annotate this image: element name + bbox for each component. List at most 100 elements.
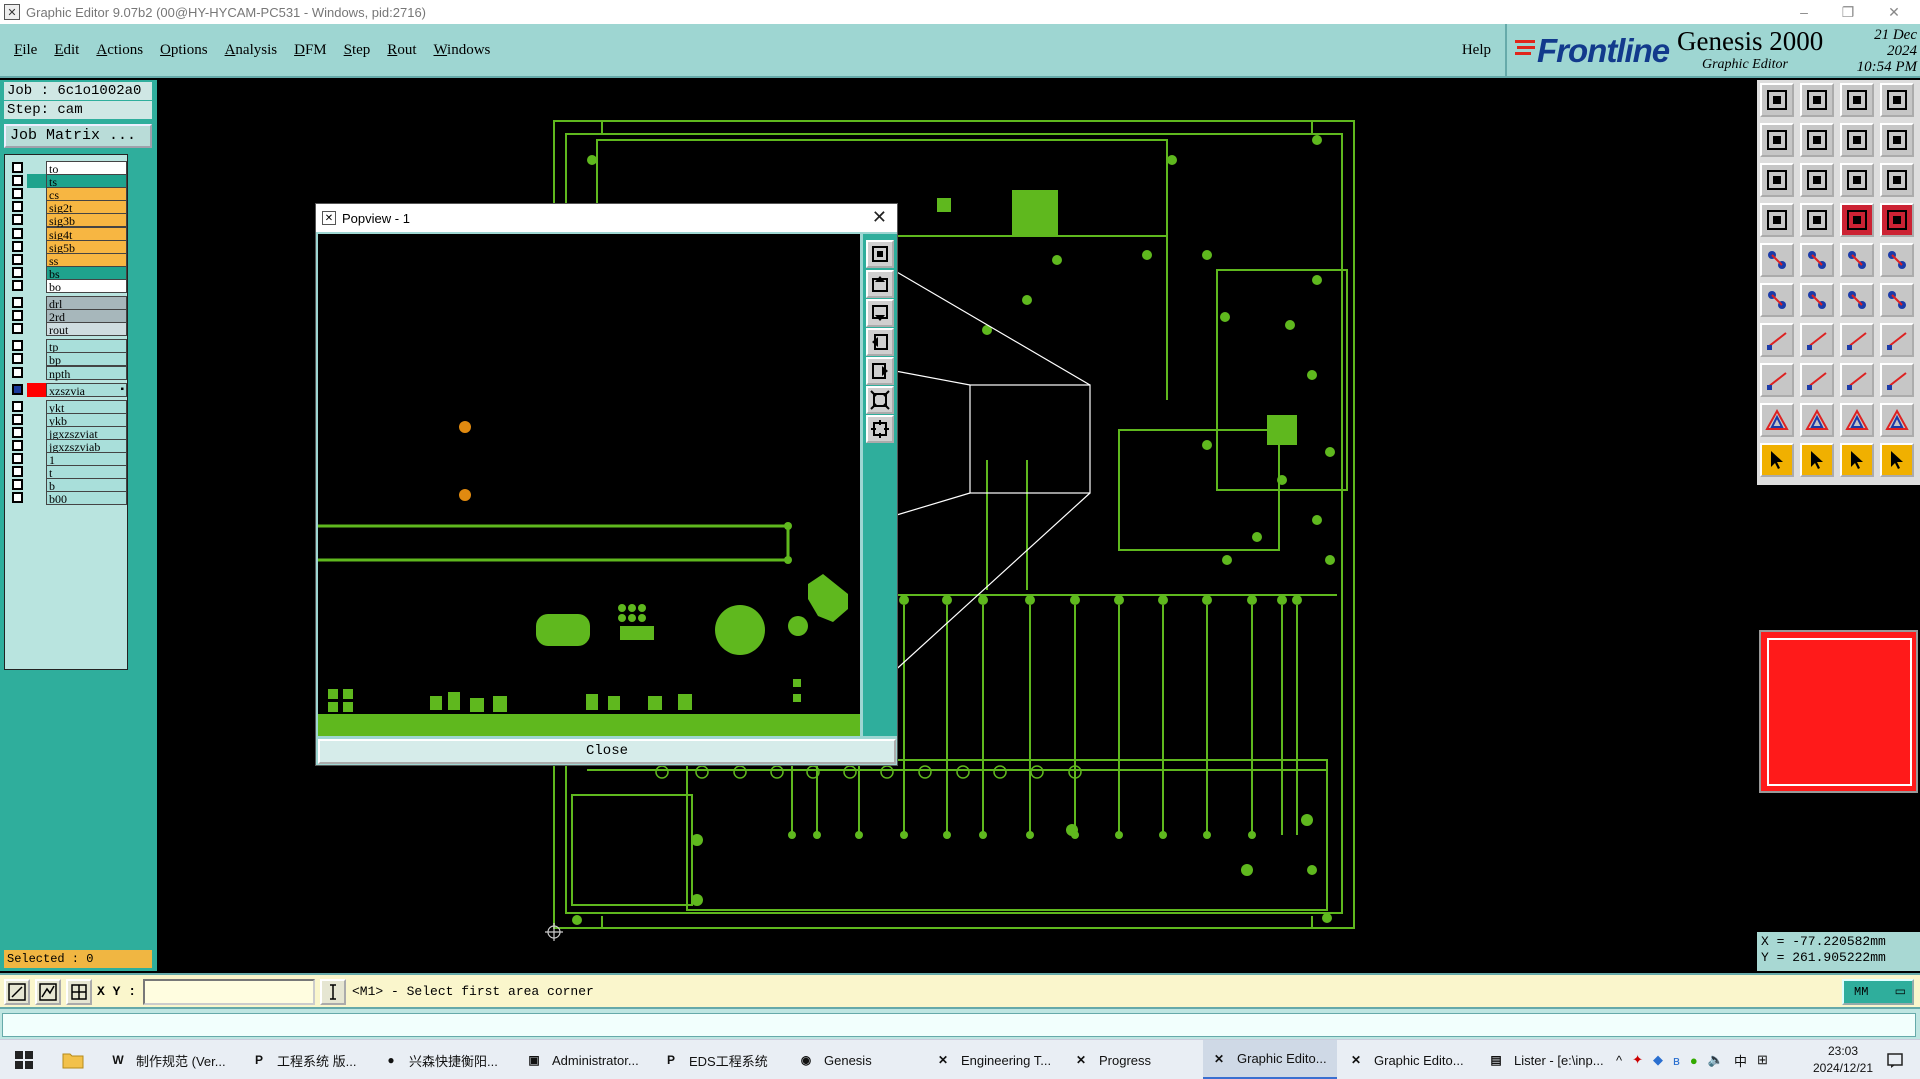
layer-row[interactable]: t — [9, 465, 127, 480]
layers-red-button[interactable] — [1840, 203, 1874, 237]
layer-row[interactable]: drl — [9, 296, 127, 311]
xy-input[interactable] — [143, 979, 315, 1005]
zoom-one-to-one-button[interactable] — [1840, 163, 1874, 197]
layer-row[interactable]: 1 — [9, 452, 127, 467]
layer-checkbox[interactable] — [12, 413, 23, 425]
popview-titlebar[interactable]: ✕ Popview - 1 ✕ — [316, 204, 897, 232]
popview-zoom-in-button[interactable] — [866, 415, 894, 443]
menu-edit[interactable]: Edit — [54, 42, 79, 59]
taskbar-item[interactable]: ✕ Graphic Edito... — [1340, 1040, 1474, 1079]
menu-rout[interactable]: Rout — [387, 42, 416, 59]
layer-row[interactable]: jgxzszviat — [9, 425, 127, 441]
redraw-button[interactable] — [1880, 123, 1914, 157]
job-matrix-button[interactable]: Job Matrix ... — [4, 124, 152, 148]
layer-checkbox[interactable] — [12, 266, 23, 278]
taskbar-item[interactable]: ● 兴森快捷衡阳... — [375, 1040, 509, 1079]
layer-row[interactable]: to — [9, 161, 127, 176]
tray-app-icon[interactable]: ◆ — [1653, 1052, 1663, 1068]
measure-tool-button[interactable] — [1840, 243, 1874, 277]
menu-windows[interactable]: Windows — [433, 42, 490, 59]
layer-row[interactable]: sig5b — [9, 239, 127, 255]
menu-help[interactable]: Help — [1462, 42, 1491, 59]
minus-tool-button[interactable] — [1800, 363, 1834, 397]
measure-mode-button[interactable] — [35, 979, 61, 1005]
circle-tool-button[interactable] — [1880, 243, 1914, 277]
taskbar-item[interactable]: ✕ Progress — [1065, 1040, 1199, 1079]
overview-map[interactable] — [1759, 630, 1918, 793]
layer-row[interactable]: cs — [9, 187, 127, 202]
layer-checkbox[interactable] — [12, 366, 23, 378]
copy-tool-button[interactable] — [1840, 283, 1874, 317]
save-step-button[interactable] — [1800, 83, 1834, 117]
popview-close-icon[interactable]: ✕ — [872, 207, 887, 228]
layer-checkbox[interactable] — [12, 426, 23, 438]
layer-row[interactable]: ykb — [9, 412, 127, 428]
snap-mode-button[interactable] — [4, 979, 30, 1005]
zoom-center-button[interactable] — [1800, 163, 1834, 197]
layer-row[interactable]: xzszvia ▪ — [9, 382, 127, 398]
popview-canvas[interactable] — [318, 234, 860, 736]
menu-actions[interactable]: Actions — [96, 42, 143, 59]
snap-tool-button[interactable] — [1760, 203, 1794, 237]
layer-checkbox[interactable] — [12, 323, 23, 335]
line-tool-button[interactable] — [1800, 243, 1834, 277]
taskbar-item[interactable]: ✕ Engineering T... — [927, 1040, 1061, 1079]
grid-tool-button[interactable] — [1800, 203, 1834, 237]
layer-checkbox[interactable] — [12, 310, 23, 322]
select-route-button[interactable] — [1880, 443, 1914, 477]
taskbar-item[interactable]: ▤ Lister - [e:\inp... — [1480, 1040, 1614, 1079]
menu-analysis[interactable]: Analysis — [225, 42, 278, 59]
popview-fit-button[interactable] — [866, 240, 894, 268]
menu-options[interactable]: Options — [160, 42, 208, 59]
restore-button[interactable]: ❐ — [1826, 0, 1870, 24]
layer-checkbox[interactable] — [12, 253, 23, 265]
units-toggle[interactable]: MM ▭ — [1842, 979, 1914, 1005]
layer-checkbox[interactable] — [12, 240, 23, 252]
layer-checkbox[interactable] — [12, 453, 23, 465]
layer-row[interactable]: npth — [9, 365, 127, 381]
start-button[interactable] — [8, 1040, 48, 1079]
taskbar-item[interactable]: ✕ Graphic Edito... — [1203, 1040, 1337, 1079]
taskbar-item[interactable]: ◉ Genesis — [790, 1040, 924, 1079]
layer-row[interactable]: b — [9, 478, 127, 493]
window-titlebar[interactable]: ✕ Graphic Editor 9.07b2 (00@HY-HYCAM-PC5… — [0, 0, 1920, 24]
triangle-edit-button[interactable] — [1760, 403, 1794, 437]
move-tool-button[interactable] — [1760, 283, 1794, 317]
taskbar-clock[interactable]: 23:03 2024/12/21 — [1808, 1043, 1878, 1077]
layer-checkbox[interactable] — [12, 353, 23, 365]
resize-tool-button[interactable] — [1840, 363, 1874, 397]
layer-checkbox[interactable] — [12, 162, 23, 173]
taskbar-item[interactable]: P 工程系统 版... — [243, 1040, 377, 1079]
popview-zoom-out-button[interactable] — [866, 386, 894, 414]
zoom-back-button[interactable] — [1840, 123, 1874, 157]
triangle-b-button[interactable] — [1840, 403, 1874, 437]
triangle-add-button[interactable] — [1800, 403, 1834, 437]
layer-row[interactable]: 2rd — [9, 309, 127, 324]
angle-tool-button[interactable] — [1760, 323, 1794, 357]
minimize-button[interactable]: – — [1782, 0, 1826, 24]
pad-tool-button[interactable] — [1760, 243, 1794, 277]
tray-input-language[interactable]: 中 — [1734, 1051, 1747, 1070]
pan-left-button[interactable] — [1760, 123, 1794, 157]
tray-security-icon[interactable]: ● — [1690, 1053, 1698, 1068]
popview-close-button[interactable]: Close — [318, 739, 896, 764]
file-explorer-button[interactable] — [56, 1040, 96, 1079]
layer-checkbox[interactable] — [12, 400, 23, 412]
tray-bluetooth-icon[interactable]: ʙ — [1673, 1053, 1680, 1068]
layer-row[interactable]: ykt — [9, 399, 127, 415]
layer-row[interactable]: tp — [9, 339, 127, 354]
open-step-button[interactable] — [1760, 83, 1794, 117]
layer-checkbox[interactable] — [12, 466, 23, 478]
line-edit-button[interactable] — [1800, 323, 1834, 357]
menu-step[interactable]: Step — [344, 42, 371, 59]
layer-row[interactable]: ts — [9, 174, 127, 189]
layer-checkbox[interactable] — [12, 340, 23, 352]
tray-expand-icon[interactable]: ^ — [1616, 1053, 1622, 1068]
query-button[interactable] — [1880, 163, 1914, 197]
notification-button[interactable] — [1880, 1040, 1916, 1079]
layer-checkbox[interactable] — [12, 201, 23, 213]
arc-tool-button[interactable] — [1840, 323, 1874, 357]
grid-mode-button[interactable] — [66, 979, 92, 1005]
menu-dfm[interactable]: DFM — [294, 42, 327, 59]
text-cursor-button[interactable] — [320, 979, 346, 1005]
